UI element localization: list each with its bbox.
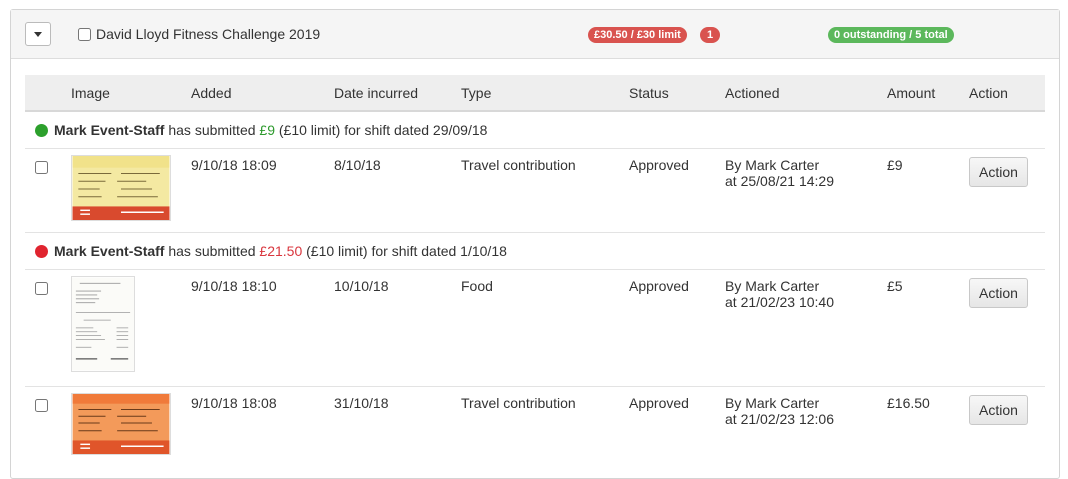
panel-header: David Lloyd Fitness Challenge 2019 £30.5… [11, 10, 1059, 59]
caret-down-icon [34, 31, 42, 37]
added-cell: 9/10/18 18:09 [181, 147, 324, 232]
col-type: Type [451, 75, 619, 112]
status-dot-icon [35, 123, 48, 137]
actioned-by: By Mark Carter [725, 394, 820, 411]
col-actioned: Actioned [715, 75, 877, 112]
submitted-text: has submitted [164, 121, 260, 138]
outstanding-badge: 0 outstanding / 5 total [828, 27, 954, 43]
shift-group-summary: Mark Event-Staff has submitted £21.50 (£… [25, 231, 1045, 269]
action-button[interactable]: Action [969, 394, 1028, 425]
image-cell [61, 147, 181, 232]
col-select [25, 75, 61, 112]
challenge-title: David Lloyd Fitness Challenge 2019 [96, 26, 321, 42]
train-ticket-icon[interactable] [71, 392, 171, 455]
claims-table: Image Added Date incurred Type Status Ac… [25, 75, 1045, 470]
actioned-at: at 21/02/23 10:40 [725, 293, 834, 310]
limit-and-shift-text: (£10 limit) for shift dated 1/10/18 [302, 242, 507, 259]
collapse-toggle-button[interactable] [25, 22, 51, 46]
image-cell [61, 385, 181, 470]
shift-group-summary: Mark Event-Staff has submitted £9 (£10 l… [25, 110, 1045, 148]
actioned-cell: By Mark Carter at 25/08/21 14:29 [715, 147, 877, 232]
shift-group-row: Mark Event-Staff has submitted £9 (£10 l… [25, 110, 1045, 148]
staff-name: Mark Event-Staff [54, 121, 165, 138]
amount-cell: £9 [877, 147, 959, 232]
challenge-panel: David Lloyd Fitness Challenge 2019 £30.5… [10, 9, 1060, 479]
table-row: 9/10/18 18:09 8/10/18 Travel contributio… [25, 147, 1045, 232]
actioned-by: By Mark Carter [725, 156, 820, 173]
col-action: Action [959, 75, 1045, 112]
row-select-cell [25, 385, 61, 470]
image-cell [61, 268, 181, 386]
select-all-checkbox[interactable] [78, 28, 91, 41]
col-added: Added [181, 75, 324, 112]
row-checkbox[interactable] [35, 160, 48, 174]
row-checkbox[interactable] [35, 398, 48, 412]
table-row: 9/10/18 18:08 31/10/18 Travel contributi… [25, 385, 1045, 470]
type-cell: Food [451, 268, 619, 386]
actioned-cell: By Mark Carter at 21/02/23 10:40 [715, 268, 877, 386]
actioned-by: By Mark Carter [725, 277, 820, 294]
submitted-amount: £21.50 [259, 242, 303, 259]
amount-cell: £5 [877, 268, 959, 386]
table-row: 9/10/18 18:10 10/10/18 Food Approved By … [25, 268, 1045, 386]
table-header-row: Image Added Date incurred Type Status Ac… [25, 75, 1045, 112]
shift-group-row: Mark Event-Staff has submitted £21.50 (£… [25, 231, 1045, 269]
action-cell: Action [959, 268, 1045, 386]
status-dot-icon [35, 244, 48, 258]
row-checkbox[interactable] [35, 281, 48, 295]
row-select-cell [25, 268, 61, 386]
col-amount: Amount [877, 75, 959, 112]
amount-cell: £16.50 [877, 385, 959, 470]
action-cell: Action [959, 385, 1045, 470]
type-cell: Travel contribution [451, 147, 619, 232]
col-date-incurred: Date incurred [324, 75, 451, 112]
action-cell: Action [959, 147, 1045, 232]
added-cell: 9/10/18 18:08 [181, 385, 324, 470]
receipt-icon[interactable] [71, 275, 135, 372]
status-cell: Approved [619, 385, 715, 470]
added-cell: 9/10/18 18:10 [181, 268, 324, 386]
train-ticket-icon[interactable] [71, 154, 171, 221]
limit-badge: £30.50 / £30 limit [588, 27, 687, 43]
col-image: Image [61, 75, 181, 112]
status-cell: Approved [619, 268, 715, 386]
limit-and-shift-text: (£10 limit) for shift dated 29/09/18 [274, 121, 488, 138]
count-badge: 1 [700, 27, 721, 43]
type-cell: Travel contribution [451, 385, 619, 470]
submitted-text: has submitted [164, 242, 260, 259]
staff-name: Mark Event-Staff [54, 242, 165, 259]
status-cell: Approved [619, 147, 715, 232]
date-incurred-cell: 10/10/18 [324, 268, 451, 386]
action-button[interactable]: Action [969, 156, 1028, 187]
actioned-at: at 21/02/23 12:06 [725, 410, 834, 427]
submitted-amount: £9 [259, 121, 275, 138]
row-select-cell [25, 147, 61, 232]
col-status: Status [619, 75, 715, 112]
date-incurred-cell: 31/10/18 [324, 385, 451, 470]
actioned-at: at 25/08/21 14:29 [725, 172, 834, 189]
actioned-cell: By Mark Carter at 21/02/23 12:06 [715, 385, 877, 470]
date-incurred-cell: 8/10/18 [324, 147, 451, 232]
action-button[interactable]: Action [969, 277, 1028, 308]
